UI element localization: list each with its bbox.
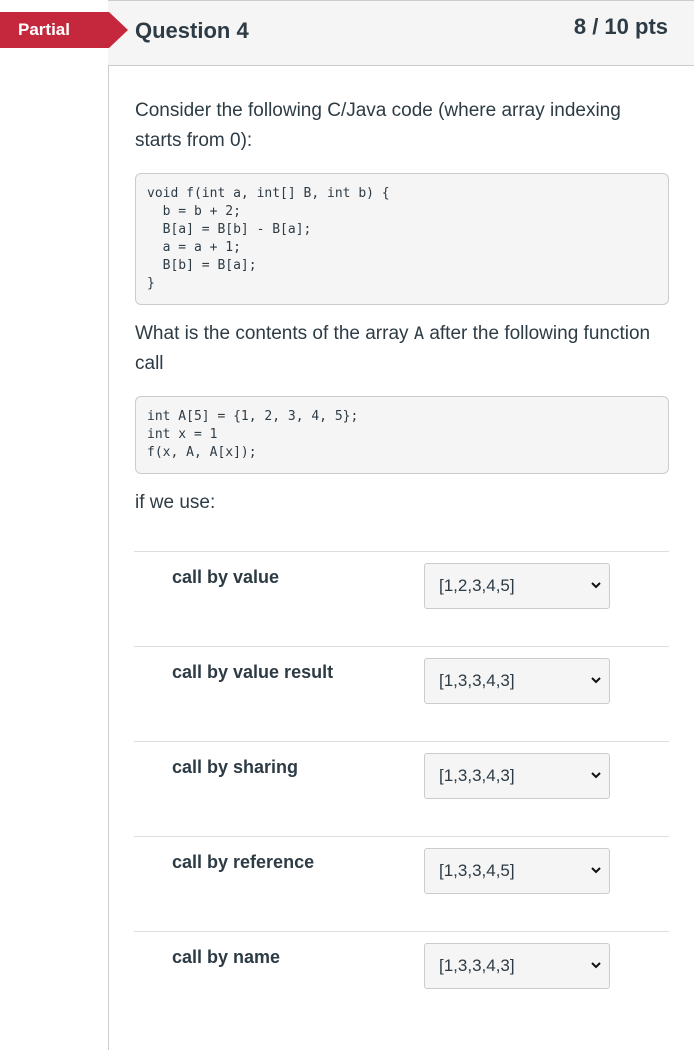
array-var-name: A: [413, 324, 425, 344]
answer-row-call-by-sharing: call by sharing [1,3,3,4,3]: [134, 741, 669, 836]
answer-label: call by value result: [172, 662, 334, 682]
answer-list: call by value [1,2,3,4,5] call by value …: [134, 551, 669, 1026]
answer-label: call by value: [172, 567, 280, 587]
answer-row-call-by-reference: call by reference [1,3,3,4,5]: [134, 836, 669, 931]
chevron-down-icon: [591, 772, 601, 779]
answer-dropdown-call-by-sharing[interactable]: [1,3,3,4,3]: [424, 753, 610, 799]
chevron-down-icon: [591, 867, 601, 874]
answer-row-call-by-name: call by name [1,3,3,4,3]: [134, 931, 669, 1026]
dropdown-selected-value: [1,3,3,4,5]: [439, 861, 515, 880]
chevron-down-icon: [591, 582, 601, 589]
prompt-text-before: What is the contents of the array: [135, 323, 414, 344]
answer-dropdown-call-by-value-result[interactable]: [1,3,3,4,3]: [424, 658, 610, 704]
answer-dropdown-call-by-value[interactable]: [1,2,3,4,5]: [424, 563, 610, 609]
answer-dropdown-call-by-name[interactable]: [1,3,3,4,3]: [424, 943, 610, 989]
function-code-block: void f(int a, int[] B, int b) { b = b + …: [135, 173, 669, 305]
dropdown-selected-value: [1,2,3,4,5]: [439, 576, 515, 595]
answer-row-call-by-value: call by value [1,2,3,4,5]: [134, 551, 669, 646]
dropdown-selected-value: [1,3,3,4,3]: [439, 766, 515, 785]
dropdown-selected-value: [1,3,3,4,3]: [439, 956, 515, 975]
question-points: 8 / 10 pts: [573, 14, 668, 39]
chevron-down-icon: [591, 962, 601, 969]
answer-label: call by reference: [172, 852, 315, 872]
call-code-block: int A[5] = {1, 2, 3, 4, 5}; int x = 1 f(…: [135, 396, 669, 474]
answer-label: call by name: [172, 947, 281, 967]
left-divider: [108, 0, 109, 1050]
chevron-down-icon: [591, 677, 601, 684]
question-body: Consider the following C/Java code (wher…: [135, 96, 669, 518]
answer-dropdown-call-by-reference[interactable]: [1,3,3,4,5]: [424, 848, 610, 894]
question-title: Question 4: [135, 18, 249, 43]
if-we-use-label: if we use:: [135, 492, 216, 513]
partial-badge: Partial: [0, 12, 128, 48]
dropdown-selected-value: [1,3,3,4,3]: [439, 671, 515, 690]
question-prompt: What is the contents of the array A afte…: [135, 319, 669, 379]
question-intro: Consider the following C/Java code (wher…: [135, 100, 621, 151]
answer-row-call-by-value-result: call by value result [1,3,3,4,3]: [134, 646, 669, 741]
answer-label: call by sharing: [172, 757, 299, 777]
